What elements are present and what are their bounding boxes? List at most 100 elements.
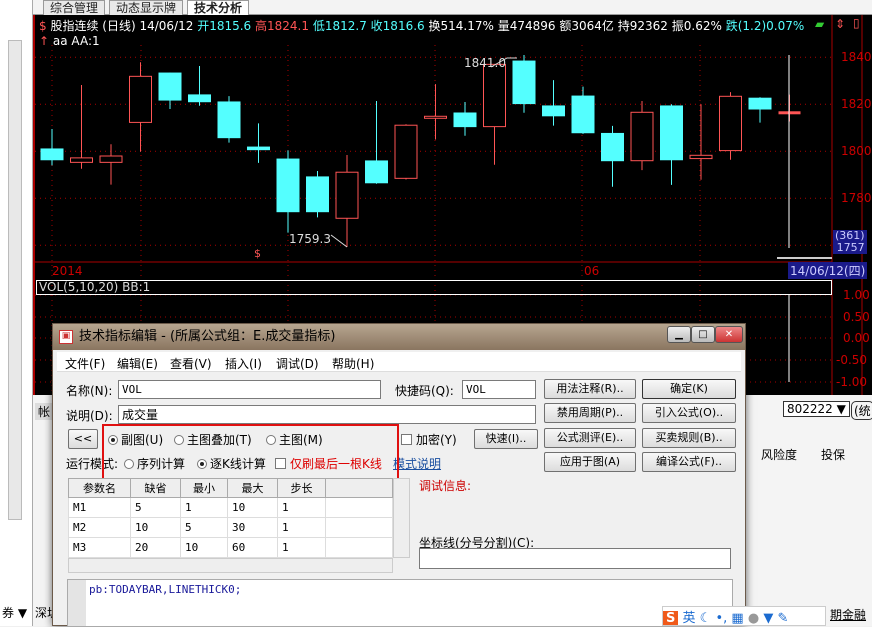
high-annotation: 1841.0 (464, 56, 506, 70)
indicator-line: ↑ aa AA:1 (39, 34, 100, 48)
cell[interactable]: 10 (227, 496, 278, 518)
apply-to-chart-button[interactable]: 应用于图(A) (544, 452, 636, 472)
menu-file[interactable]: 文件(F) (65, 355, 105, 372)
bottom-tab-finance[interactable]: 期金融 (830, 606, 866, 623)
cell[interactable]: 30 (227, 516, 278, 538)
close-button[interactable]: ✕ (715, 326, 743, 343)
candle-body (217, 101, 241, 139)
tab-bar: 综合管理 动态显示牌 技术分析 (33, 0, 872, 15)
account-tab[interactable]: 帐 (35, 403, 54, 420)
vol-indicator-title: VOL(5,10,20) BB:1 (36, 280, 832, 295)
formula-test-button[interactable]: 公式测评(E).. (544, 428, 636, 448)
cursor-price-box: (361) 1757 (833, 230, 867, 254)
compile-formula-button[interactable]: 编译公式(F).. (642, 452, 736, 472)
price-tick: 1840 (841, 50, 872, 64)
account-value: 802222 (787, 402, 833, 416)
axis-lines-input[interactable] (419, 548, 731, 569)
ime-toolbar[interactable]: S 英 ☾ •, ▦ ● ▼ ✎ (662, 606, 826, 626)
tab-dynamic-board[interactable]: 动态显示牌 (109, 0, 184, 15)
left-scrollbar[interactable] (8, 40, 22, 520)
ime-language[interactable]: 英 (683, 611, 696, 625)
dollar-icon: $ (39, 19, 47, 33)
cell[interactable]: 1 (277, 516, 326, 538)
quick-button[interactable]: 快速(I).. (474, 429, 538, 449)
menu-insert[interactable]: 插入(I) (225, 355, 262, 372)
candle-body (365, 160, 388, 184)
collapse-button[interactable]: << (68, 429, 98, 449)
ok-button[interactable]: 确定(K) (642, 379, 736, 399)
debug-info-label: 调试信息: (419, 479, 472, 493)
checkbox-box (401, 434, 412, 445)
moon-icon[interactable]: ☾ (700, 611, 712, 625)
candle-body (40, 148, 64, 161)
stats-button[interactable]: (统 (851, 401, 872, 420)
cell[interactable]: 1 (277, 496, 326, 518)
formula-code[interactable]: pb:TODAYBAR,LINETHICK0; (89, 583, 241, 596)
candle-body (689, 154, 713, 160)
cell (325, 496, 393, 518)
shirt-icon[interactable]: ▼ (763, 611, 773, 625)
column-hedge: 投保 (821, 448, 846, 462)
table-row[interactable]: M3 20 10 60 1 (68, 536, 393, 559)
candle-body (276, 158, 300, 213)
shortcut-input[interactable]: VOL (462, 380, 536, 399)
cell[interactable]: 1 (277, 536, 326, 559)
cell[interactable]: M2 (68, 516, 131, 538)
account-select[interactable]: 802222 ▼ (783, 401, 850, 417)
desc-input[interactable]: 成交量 (118, 405, 536, 424)
menu-help[interactable]: 帮助(H) (332, 355, 374, 372)
punctuation-icon[interactable]: •, (715, 611, 727, 625)
panel-toggle-icon[interactable]: ▯ (853, 16, 860, 30)
tab-technical-analysis[interactable]: 技术分析 (187, 0, 250, 15)
amplitude: 振0.62% (671, 19, 722, 33)
maximize-button[interactable]: □ (691, 326, 715, 343)
encrypt-checkbox[interactable]: 加密(Y) (401, 431, 457, 448)
wrench-icon[interactable]: ✎ (777, 611, 788, 625)
cell[interactable]: 1 (180, 496, 228, 518)
sort-icon[interactable]: ⇕ (835, 17, 845, 31)
usage-notes-button[interactable]: 用法注释(R).. (544, 379, 636, 399)
cell[interactable]: 5 (130, 496, 181, 518)
candle-body (247, 146, 270, 151)
name-input[interactable]: VOL (118, 380, 381, 399)
vol-tick: 1.00 (843, 288, 870, 302)
dialog-title: 技术指标编辑 - (所属公式组：E.成交量指标) (79, 329, 336, 344)
disable-period-button[interactable]: 禁用周期(P).. (544, 403, 636, 423)
open-interest: 持92362 (617, 19, 668, 33)
cell[interactable]: 20 (130, 536, 181, 559)
table-hscrollbar[interactable] (68, 558, 393, 573)
import-formula-button[interactable]: 引入公式(O).. (642, 403, 736, 423)
params-table[interactable]: 参数名 缺省 最小 最大 步长 M1 5 1 10 1 M2 10 5 30 1 M3 20 10 6… (68, 478, 393, 559)
dialog-title-bar[interactable]: 技术指标编辑 - (所属公式组：E.成交量指标) (53, 324, 745, 350)
tab-overview[interactable]: 综合管理 (43, 0, 106, 15)
code-editor[interactable]: pb:TODAYBAR,LINETHICK0; (67, 579, 733, 627)
minimize-button[interactable]: ▁ (667, 326, 691, 343)
menu-view[interactable]: 查看(V) (170, 355, 212, 372)
trade-rules-button[interactable]: 买卖规则(B).. (642, 428, 736, 448)
cell[interactable]: M1 (68, 496, 131, 518)
col-header: 步长 (277, 478, 326, 498)
mode-help-link[interactable]: 模式说明 (393, 455, 441, 472)
user-icon[interactable]: ● (748, 611, 759, 625)
col-header: 缺省 (130, 478, 181, 498)
candle-body (394, 124, 418, 179)
candle-body (188, 94, 211, 103)
cell[interactable]: 60 (227, 536, 278, 559)
menu-debug[interactable]: 调试(D) (276, 355, 319, 372)
candle-body (158, 72, 182, 101)
cell[interactable]: 5 (180, 516, 228, 538)
price-tick: 1800 (841, 144, 872, 158)
candle-body (719, 95, 742, 152)
cell[interactable]: M3 (68, 536, 131, 559)
candle-body (601, 132, 624, 162)
table-row[interactable]: M1 5 1 10 1 (68, 496, 393, 518)
table-vscrollbar[interactable] (393, 478, 410, 558)
table-row[interactable]: M2 10 5 30 1 (68, 516, 393, 538)
cell[interactable]: 10 (130, 516, 181, 538)
menu-edit[interactable]: 编辑(E) (117, 355, 158, 372)
chip-icon[interactable]: ▰ (815, 17, 824, 31)
cell[interactable]: 10 (180, 536, 228, 559)
left-dropdown[interactable]: 券 ▼ (2, 604, 27, 621)
candle-body (99, 155, 123, 163)
keyboard-icon[interactable]: ▦ (731, 611, 743, 625)
